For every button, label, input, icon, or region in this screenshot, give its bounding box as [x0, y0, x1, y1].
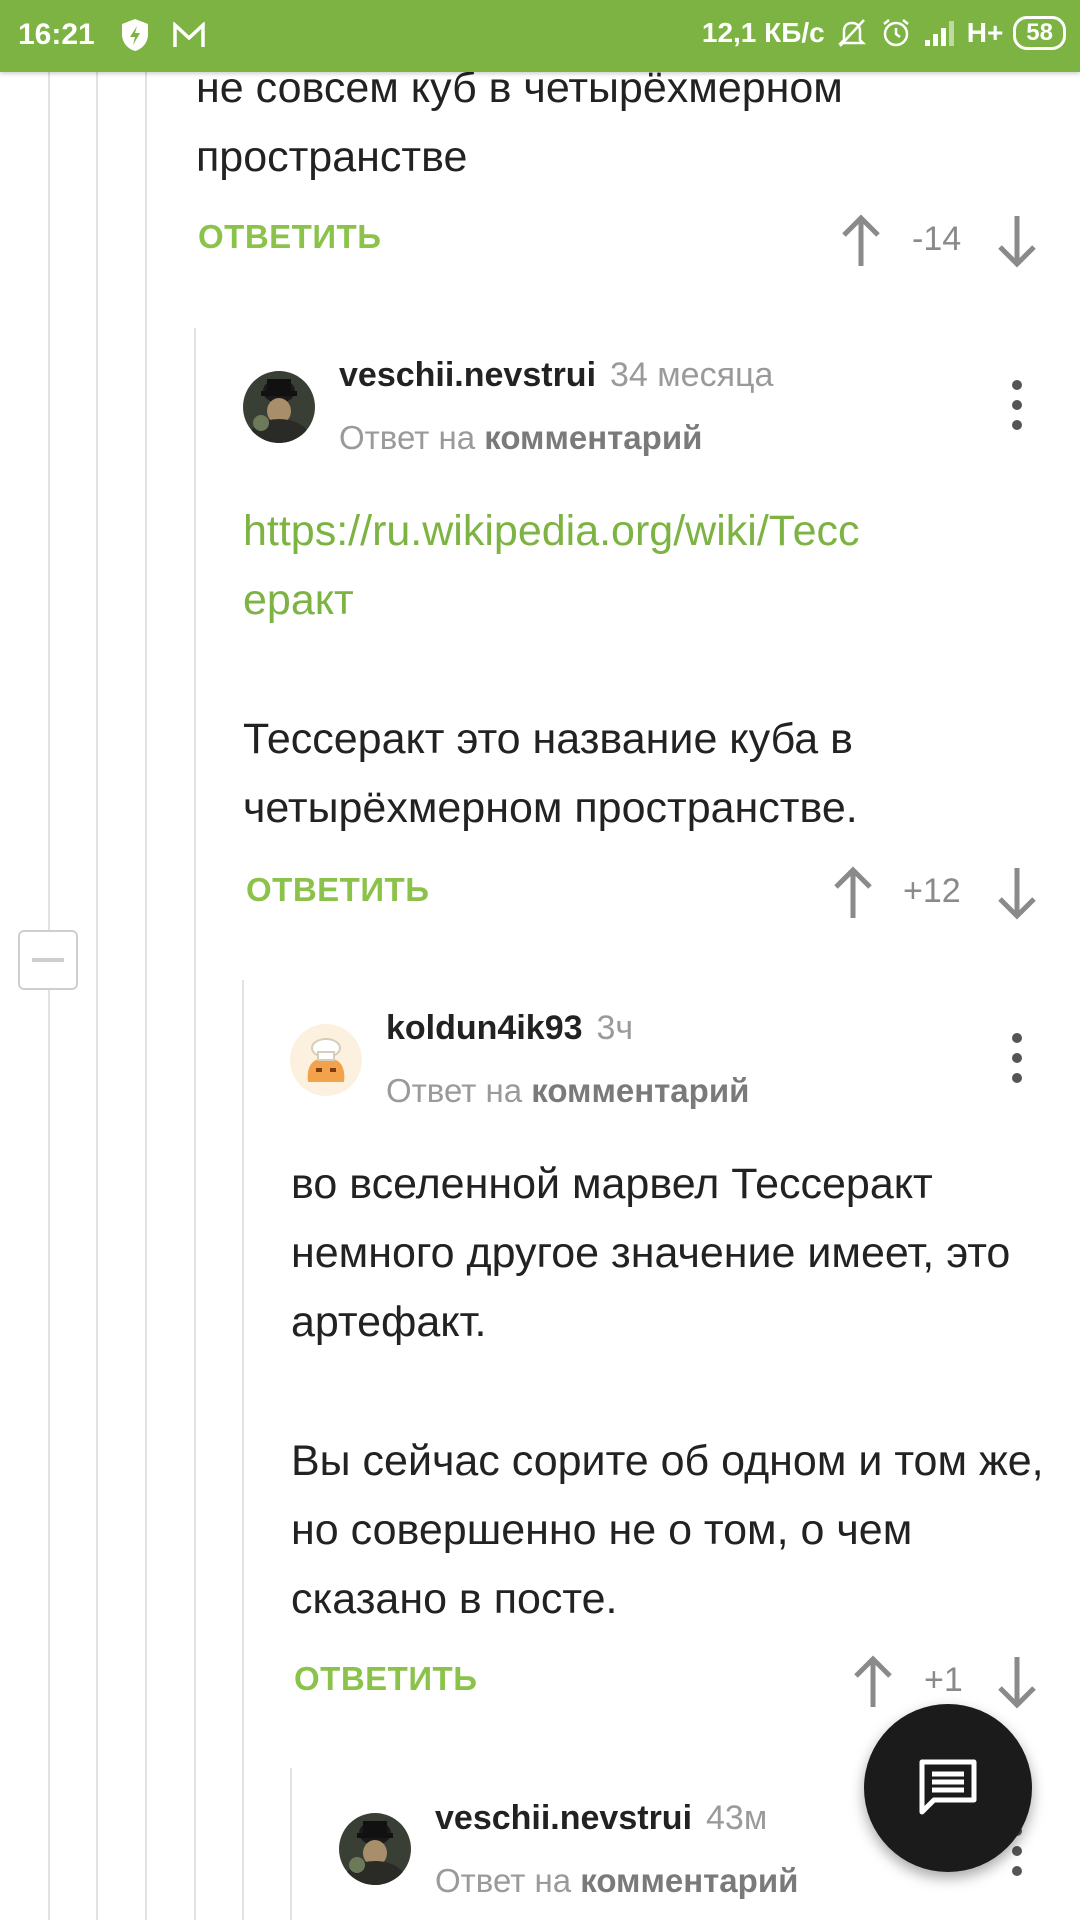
comment-author[interactable]: veschii.nevstrui 34 месяца — [339, 356, 773, 395]
thread-line — [48, 986, 50, 1920]
reply-button[interactable]: ОТВЕТИТЬ — [198, 218, 381, 256]
alarm-icon — [882, 19, 909, 47]
collapse-thread-button[interactable] — [18, 930, 78, 990]
avatar[interactable] — [290, 1024, 362, 1096]
bell-off-icon — [837, 19, 866, 47]
upvote-icon[interactable] — [830, 866, 876, 920]
battery-indicator: 58 — [1013, 16, 1066, 50]
upvote-icon[interactable] — [838, 214, 884, 268]
comment-time: 3ч — [596, 1009, 634, 1047]
status-bar: 16:21 12,1 КБ/с H+ 58 — [0, 0, 1080, 72]
comment-score: -14 — [912, 220, 962, 258]
status-right: 12,1 КБ/с H+ 58 — [702, 16, 1066, 50]
reply-to-link[interactable]: комментарий — [531, 1072, 749, 1109]
avatar[interactable] — [243, 371, 315, 443]
comment-paragraph: во вселенной марвел Тессеракт немного др… — [291, 1160, 1011, 1346]
status-time: 16:21 — [18, 18, 95, 51]
network-type: H+ — [966, 17, 1004, 48]
thread-line — [145, 72, 147, 1920]
reply-to-prefix: Ответ на — [386, 1072, 523, 1109]
reply-to-link[interactable]: комментарий — [580, 1862, 798, 1899]
author-name[interactable]: veschii.nevstrui — [435, 1799, 692, 1837]
mail-icon — [173, 22, 205, 47]
thread-line — [194, 328, 196, 1920]
thread-line — [242, 980, 244, 1920]
upvote-icon[interactable] — [850, 1655, 896, 1709]
downvote-icon[interactable] — [994, 1655, 1040, 1709]
reply-button[interactable]: ОТВЕТИТЬ — [246, 871, 429, 909]
comment-paragraph: Вы сейчас сорите об одном и том же, но с… — [291, 1437, 1044, 1623]
comment-author[interactable]: veschii.nevstrui 43м — [435, 1799, 767, 1838]
comment-author[interactable]: koldun4ik93 3ч — [386, 1009, 633, 1048]
comment-score: +12 — [903, 872, 961, 910]
comment-text: не совсем куб в четырёхмерном пространст… — [196, 64, 843, 181]
reply-to-link[interactable]: комментарий — [484, 419, 702, 456]
comment-time: 34 месяца — [610, 356, 774, 394]
reply-to: Ответ на комментарий — [386, 1072, 749, 1110]
avatar-image — [243, 371, 315, 443]
network-speed: 12,1 КБ/с — [701, 17, 825, 48]
thread-line — [48, 72, 50, 930]
comment-score: +1 — [924, 1661, 963, 1699]
signal-icon — [924, 21, 954, 46]
reply-to-prefix: Ответ на — [435, 1862, 572, 1899]
author-name[interactable]: koldun4ik93 — [386, 1009, 583, 1047]
more-options-icon[interactable] — [1010, 380, 1024, 430]
comment-link[interactable]: https://ru.wikipedia.org/wiki/Тессеракт — [243, 497, 883, 635]
reply-to: Ответ на комментарий — [339, 419, 702, 457]
comment-icon — [919, 1759, 977, 1815]
write-comment-button[interactable] — [864, 1704, 1032, 1872]
comment-text: Тессеракт это название куба в четырёхмер… — [243, 715, 858, 832]
avatar-image — [290, 1024, 362, 1096]
avatar[interactable] — [339, 1813, 411, 1885]
reply-button[interactable]: ОТВЕТИТЬ — [294, 1660, 477, 1698]
thread-line — [290, 1768, 292, 1920]
author-name[interactable]: veschii.nevstrui — [339, 356, 596, 394]
downvote-icon[interactable] — [994, 866, 1040, 920]
shield-icon — [122, 19, 148, 51]
downvote-icon[interactable] — [994, 214, 1040, 268]
more-options-icon[interactable] — [1010, 1033, 1024, 1083]
thread-line — [96, 72, 98, 1920]
reply-to-prefix: Ответ на — [339, 419, 476, 456]
comment-time: 43м — [706, 1799, 768, 1837]
reply-to: Ответ на комментарий — [435, 1862, 798, 1900]
avatar-image — [339, 1813, 411, 1885]
